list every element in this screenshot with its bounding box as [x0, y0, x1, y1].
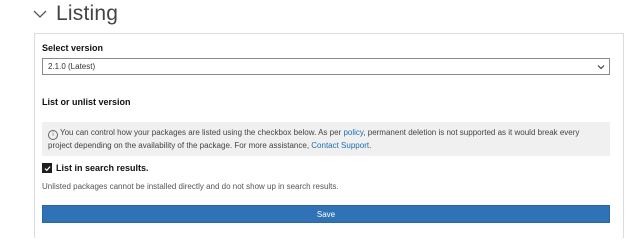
version-select-value: 2.1.0 (Latest) [48, 62, 96, 71]
info-text-before-policy: You can control how your packages are li… [60, 128, 344, 137]
list-in-search-row[interactable]: List in search results. [42, 163, 149, 173]
info-icon: i [48, 130, 58, 140]
unlisted-note: Unlisted packages cannot be installed di… [42, 182, 339, 191]
section-title: Listing [56, 2, 119, 25]
info-text-end: . [369, 141, 372, 150]
chevron-down-icon [596, 62, 606, 72]
list-in-search-label[interactable]: List in search results. [56, 163, 149, 173]
contact-support-link[interactable]: Contact Support [311, 141, 369, 150]
list-in-search-checkbox[interactable] [42, 163, 52, 173]
version-select[interactable]: 2.1.0 (Latest) [42, 58, 610, 75]
list-or-unlist-label: List or unlist version [42, 97, 131, 107]
select-version-label: Select version [42, 43, 104, 53]
chevron-down-icon[interactable] [32, 6, 48, 22]
save-button[interactable]: Save [42, 205, 610, 223]
policy-link[interactable]: policy [343, 128, 363, 137]
section-header[interactable]: Listing [32, 2, 118, 26]
info-box: i You can control how your packages are l… [42, 122, 610, 156]
